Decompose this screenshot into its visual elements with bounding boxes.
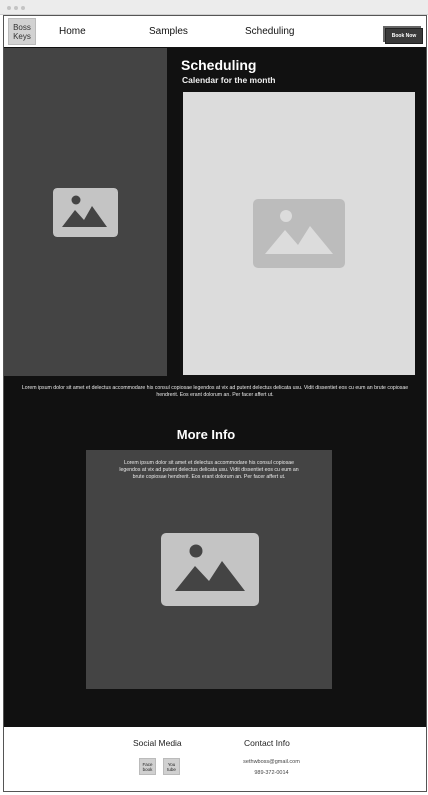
facebook-button[interactable]: Face book [139, 758, 156, 775]
scheduling-subtitle: Calendar for the month [182, 75, 276, 85]
browser-chrome [0, 0, 428, 15]
more-info-text: Lorem ipsum dolor sit amet et delectus a… [119, 460, 299, 480]
contact-email[interactable]: sethwboss@gmail.com [229, 759, 314, 765]
nav-link-scheduling[interactable]: Scheduling [245, 26, 294, 37]
image-placeholder-icon [253, 199, 345, 268]
facebook-label: book [142, 767, 153, 772]
youtube-label: tube [167, 767, 176, 772]
window-dot-icon [14, 6, 18, 10]
logo-line: Keys [13, 32, 31, 41]
footer: Social Media Contact Info Face book You … [4, 727, 426, 791]
logo-line: Boss [13, 23, 31, 32]
scheduling-title: Scheduling [181, 57, 257, 73]
top-nav: Boss Keys Home Samples Scheduling Book N… [4, 16, 426, 48]
calendar-panel[interactable] [183, 92, 415, 375]
nav-link-samples[interactable]: Samples [149, 26, 188, 37]
hero-image-panel [4, 48, 167, 376]
page-frame: Boss Keys Home Samples Scheduling Book N… [3, 15, 427, 792]
window-dot-icon [21, 6, 25, 10]
logo[interactable]: Boss Keys [8, 18, 36, 45]
window-dot-icon [7, 6, 11, 10]
body-paragraph: Lorem ipsum dolor sit amet et delectus a… [21, 385, 409, 398]
contact-info-heading: Contact Info [244, 738, 290, 748]
main-content: Scheduling Calendar for the month Lorem … [4, 48, 426, 727]
nav-link-home[interactable]: Home [59, 26, 86, 37]
more-info-panel: Lorem ipsum dolor sit amet et delectus a… [86, 450, 332, 689]
social-media-heading: Social Media [133, 738, 182, 748]
more-info-title: More Info [176, 427, 236, 442]
image-placeholder-icon [161, 533, 259, 606]
book-now-button[interactable]: Book Now [385, 28, 423, 44]
contact-phone[interactable]: 989-372-0014 [229, 770, 314, 776]
youtube-button[interactable]: You tube [163, 758, 180, 775]
image-placeholder-icon [53, 188, 118, 237]
